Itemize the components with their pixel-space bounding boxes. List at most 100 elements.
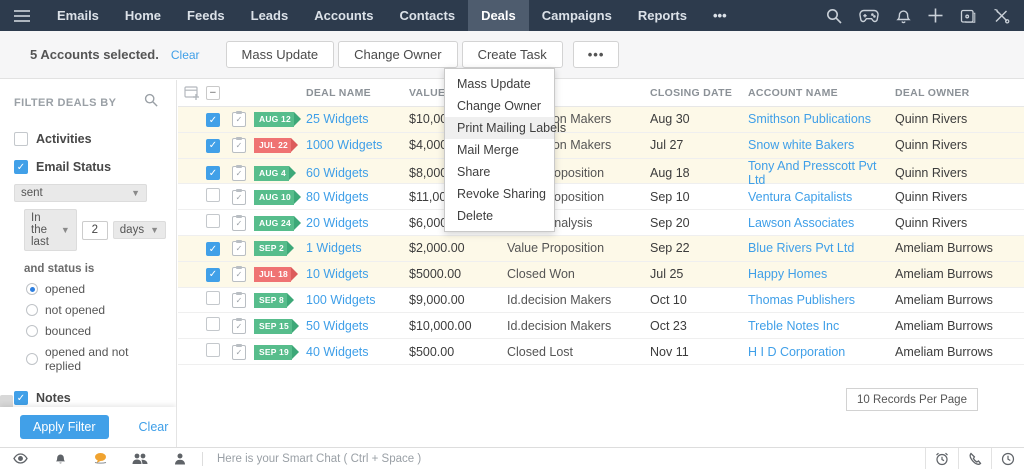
table-row[interactable]: ✓ SEP 2 1 Widgets $2,000.00 Value Propos… [178, 235, 1024, 262]
mass-update-button[interactable]: Mass Update [225, 41, 335, 68]
radio-button[interactable] [26, 353, 38, 365]
row-checkbox[interactable] [206, 188, 220, 203]
menu-item-delete[interactable]: Delete [445, 205, 554, 227]
menu-item-share[interactable]: Share [445, 161, 554, 183]
row-checkbox[interactable] [206, 242, 220, 257]
table-row[interactable]: ✓ SEP 19 40 Widgets $500.00 Closed Lost … [178, 339, 1024, 365]
change-owner-button[interactable]: Change Owner [338, 41, 458, 68]
radio-not-opened[interactable]: not opened [26, 303, 166, 317]
deal-name-link[interactable]: 25 Widgets [306, 112, 369, 126]
group-icon[interactable] [120, 453, 160, 465]
customize-columns-icon[interactable] [184, 86, 206, 100]
table-row[interactable]: ✓ AUG 24 20 Widgets $6,000.00 Needs Anal… [178, 210, 1024, 236]
calendar-icon[interactable] [960, 8, 976, 24]
menu-item-mail-merge[interactable]: Mail Merge [445, 139, 554, 161]
deal-name-link[interactable]: 1000 Widgets [306, 138, 382, 152]
filter-search-icon[interactable] [144, 93, 158, 112]
deal-name-link[interactable]: 80 Widgets [306, 190, 369, 204]
table-row[interactable]: ✓ SEP 15 50 Widgets $10,000.00 Id.decisi… [178, 313, 1024, 340]
account-name-link[interactable]: Tony And Presscott Pvt Ltd [748, 159, 877, 187]
bell-icon[interactable] [40, 452, 80, 465]
menu-item-print-mailing-labels[interactable]: Print Mailing Labels [445, 117, 566, 139]
radio-bounced[interactable]: bounced [26, 324, 166, 338]
deal-name-link[interactable]: 50 Widgets [306, 319, 369, 333]
row-checkbox[interactable] [206, 317, 220, 332]
nav-item-more[interactable]: ••• [700, 0, 740, 31]
account-name-link[interactable]: Lawson Associates [748, 216, 854, 230]
alarm-icon[interactable] [925, 447, 958, 469]
chat-bubble-icon[interactable] [80, 452, 120, 465]
account-name-link[interactable]: Blue Rivers Pvt Ltd [748, 241, 854, 255]
nav-item-feeds[interactable]: Feeds [174, 0, 238, 31]
eye-icon[interactable] [0, 453, 40, 464]
row-checkbox[interactable] [206, 267, 220, 282]
menu-item-revoke-sharing[interactable]: Revoke Sharing [445, 183, 554, 205]
menu-item-change-owner[interactable]: Change Owner [445, 95, 554, 117]
account-name-link[interactable]: Smithson Publications [748, 112, 871, 126]
table-row[interactable]: ✓ JUL 18 10 Widgets $5000.00 Closed Won … [178, 261, 1024, 288]
activities-checkbox[interactable] [14, 132, 28, 146]
account-name-link[interactable]: Thomas Publishers [748, 293, 855, 307]
email-period-unit-select[interactable]: days ▼ [112, 221, 166, 239]
select-all-checkbox[interactable]: − [206, 86, 220, 100]
col-deal-name[interactable]: DEAL NAME [306, 87, 409, 99]
smart-chat-input[interactable] [205, 448, 925, 469]
table-row[interactable]: ✓ JUL 22 1000 Widgets $4,000.00 Id.decis… [178, 132, 1024, 159]
notifications-bell-icon[interactable] [896, 8, 911, 24]
account-name-link[interactable]: Treble Notes Inc [748, 319, 839, 333]
nav-item-leads[interactable]: Leads [238, 0, 302, 31]
nav-item-campaigns[interactable]: Campaigns [529, 0, 625, 31]
radio-opened-not-replied[interactable]: opened and not replied [26, 345, 166, 373]
table-row[interactable]: ✓ SEP 8 100 Widgets $9,000.00 Id.decisio… [178, 288, 1024, 314]
notes-checkbox[interactable] [14, 391, 28, 405]
row-checkbox[interactable] [206, 113, 220, 128]
hamburger-menu-icon[interactable] [14, 9, 44, 22]
more-actions-button[interactable]: ••• [572, 41, 620, 68]
email-period-value-input[interactable] [81, 220, 108, 240]
deal-name-link[interactable]: 1 Widgets [306, 241, 362, 255]
nav-item-reports[interactable]: Reports [625, 0, 700, 31]
email-type-select[interactable]: sent ▼ [14, 184, 147, 202]
clear-filter-link[interactable]: Clear [139, 420, 169, 434]
search-icon[interactable] [826, 8, 842, 24]
create-task-button[interactable]: Create Task [461, 41, 563, 68]
nav-item-home[interactable]: Home [112, 0, 174, 31]
menu-item-mass-update[interactable]: Mass Update [445, 73, 554, 95]
row-checkbox[interactable] [206, 166, 220, 181]
email-period-range-select[interactable]: In the last ▼ [24, 209, 77, 251]
deal-name-link[interactable]: 60 Widgets [306, 166, 369, 180]
radio-button[interactable] [26, 304, 38, 316]
account-name-link[interactable]: Happy Homes [748, 267, 827, 281]
email-status-checkbox[interactable] [14, 160, 28, 174]
deal-name-link[interactable]: 100 Widgets [306, 293, 375, 307]
add-icon[interactable] [928, 8, 943, 23]
row-checkbox[interactable] [206, 214, 220, 229]
col-deal-owner[interactable]: DEAL OWNER [895, 87, 1024, 99]
account-name-link[interactable]: H I D Corporation [748, 345, 845, 359]
table-row[interactable]: ✓ AUG 10 80 Widgets $11,000.00 Value Pro… [178, 184, 1024, 211]
deal-name-link[interactable]: 40 Widgets [306, 345, 369, 359]
phone-icon[interactable] [958, 447, 991, 469]
nav-item-contacts[interactable]: Contacts [386, 0, 468, 31]
setup-tools-icon[interactable] [993, 8, 1010, 24]
account-name-link[interactable]: Snow white Bakers [748, 138, 854, 152]
col-closing-date[interactable]: CLOSING DATE [650, 87, 748, 99]
records-per-page-select[interactable]: 10 Records Per Page [846, 388, 978, 411]
radio-opened[interactable]: opened [26, 282, 166, 296]
clock-icon[interactable] [991, 447, 1024, 469]
gamepad-icon[interactable] [859, 9, 879, 23]
deal-name-link[interactable]: 10 Widgets [306, 267, 369, 281]
table-row[interactable]: ✓ AUG 4 60 Widgets $8,000.00 Value Propo… [178, 158, 1024, 187]
person-icon[interactable] [160, 453, 200, 465]
deal-name-link[interactable]: 20 Widgets [306, 216, 369, 230]
account-name-link[interactable]: Ventura Capitalists [748, 190, 852, 204]
col-account-name[interactable]: ACCOUNT NAME [748, 87, 895, 99]
radio-button[interactable] [26, 325, 38, 337]
nav-item-emails[interactable]: Emails [44, 0, 112, 31]
row-checkbox[interactable] [206, 291, 220, 306]
apply-filter-button[interactable]: Apply Filter [20, 415, 109, 439]
clear-selection-link[interactable]: Clear [171, 48, 200, 62]
nav-item-accounts[interactable]: Accounts [301, 0, 386, 31]
row-checkbox[interactable] [206, 343, 220, 358]
table-row[interactable]: ✓ AUG 12 25 Widgets $10,000.00 Id.decisi… [178, 107, 1024, 133]
